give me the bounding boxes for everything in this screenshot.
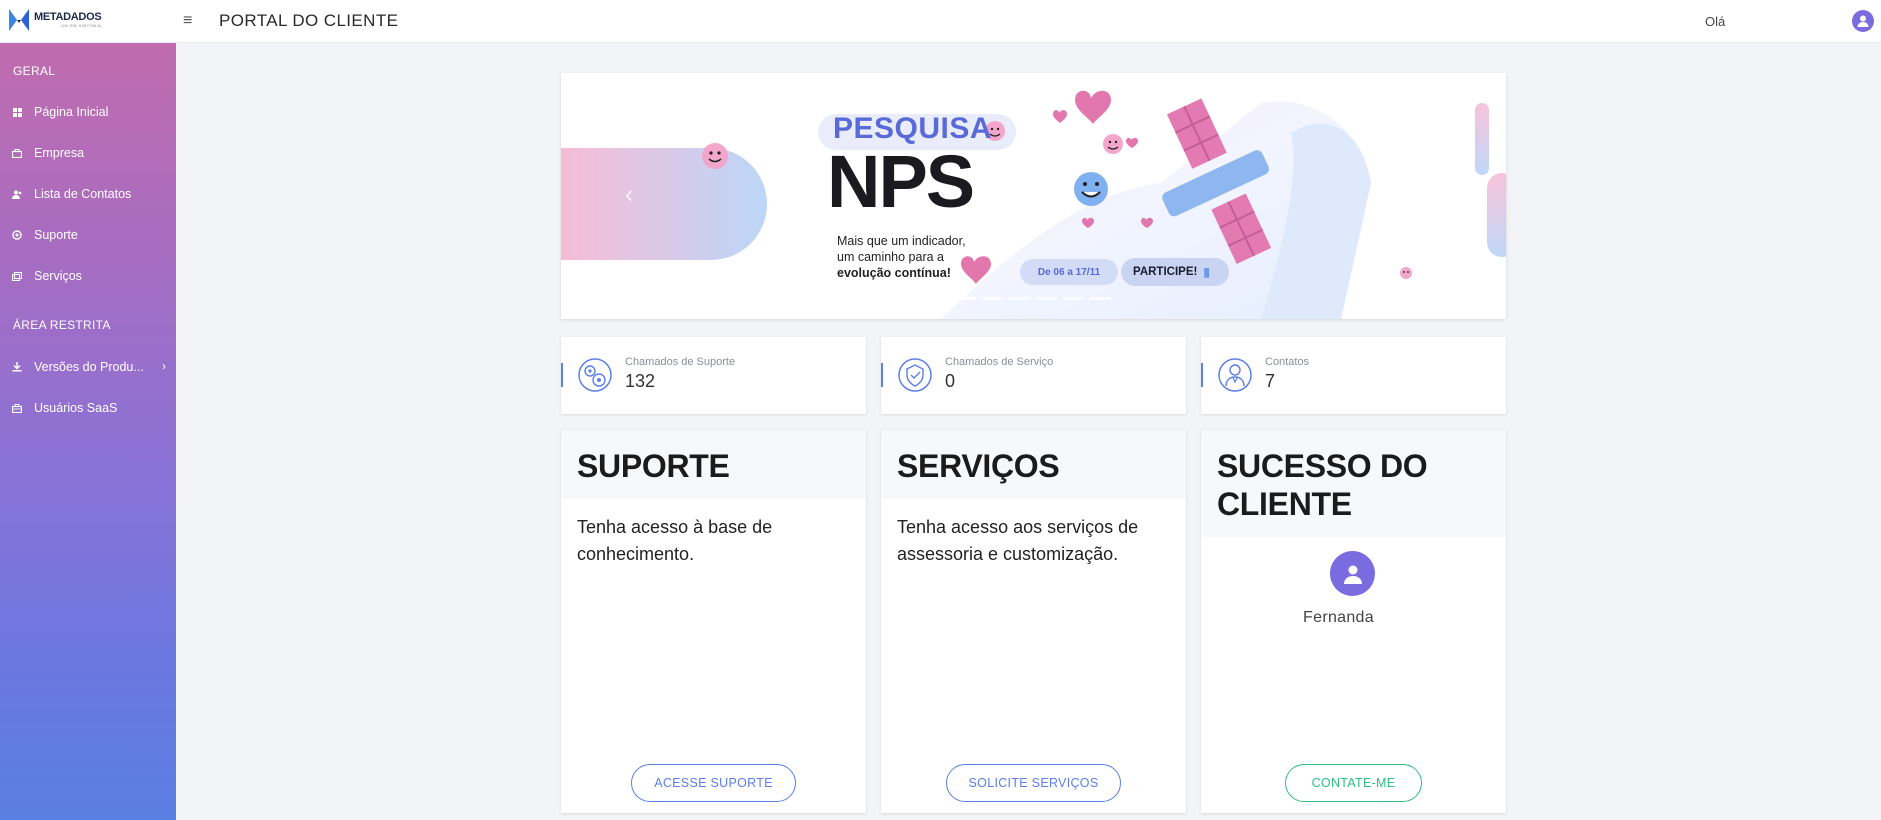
stat-value: 132 xyxy=(625,371,656,391)
contact-person-icon xyxy=(1218,358,1252,392)
user-icon xyxy=(1343,565,1362,584)
banner-pill-shape xyxy=(561,148,767,260)
customer-success-avatar xyxy=(1330,551,1375,596)
carousel-dot[interactable] xyxy=(981,297,1003,300)
sidebar-section-restricted: ÁREA RESTRITA xyxy=(13,318,111,332)
request-services-button[interactable]: SOLICITE SERVIÇOS xyxy=(946,764,1121,802)
card-title: SERVIÇOS xyxy=(897,448,1060,484)
carousel-dot[interactable] xyxy=(954,297,976,300)
sidebar-section-general: GERAL xyxy=(13,64,56,78)
card-title-line1: SUCESSO DO xyxy=(1217,448,1428,484)
card-title: SUCESSO DO CLIENTE xyxy=(1217,447,1428,523)
customer-success-name: Fernanda xyxy=(1303,609,1374,626)
briefcase-icon xyxy=(12,403,22,413)
stat-label: Chamados de Suporte xyxy=(625,356,736,368)
user-avatar-icon[interactable] xyxy=(1852,10,1874,32)
support-gears-icon xyxy=(578,358,612,392)
service-shield-icon xyxy=(898,358,932,392)
stat-card-contacts: Contatos 7 xyxy=(1201,337,1506,414)
carousel-dot[interactable] xyxy=(1008,297,1030,300)
stat-accent-bar xyxy=(1201,363,1203,387)
stat-value: 7 xyxy=(1265,371,1276,391)
carousel-prev-icon[interactable]: ‹ xyxy=(625,181,633,209)
customer-success-card: SUCESSO DO CLIENTE Fernanda CONTATE-ME xyxy=(1201,430,1506,813)
banner-subtitle-line1: Mais que um indicador, xyxy=(837,234,966,248)
thumbs-up-icon: ▮ xyxy=(1203,265,1210,279)
nps-banner-carousel[interactable]: ‹ PESQUISA NPS Mais que um indicador, um… xyxy=(561,73,1506,319)
card-text: Tenha acesso à base de conhecimento. xyxy=(577,517,773,564)
smiley-icon xyxy=(702,143,728,169)
carousel-dot[interactable] xyxy=(1062,297,1084,300)
banner-cta-label: PARTICIPE! xyxy=(1133,266,1198,278)
banner-subtitle-line2: um caminho para a xyxy=(837,250,945,264)
chevron-right-icon[interactable]: › xyxy=(162,359,166,373)
sidebar-item-label: Versões do Produ... xyxy=(34,360,144,374)
logo-mark-icon xyxy=(9,9,29,31)
sidebar-item-services[interactable]: Serviços xyxy=(0,261,176,291)
support-card: SUPORTE Tenha acesso à base de conhecime… xyxy=(561,430,866,813)
carousel-indicators xyxy=(954,297,1111,300)
stat-card-services: Chamados de Serviço 0 xyxy=(881,337,1186,414)
building-icon xyxy=(12,148,22,158)
sidebar-item-label: Serviços xyxy=(34,269,82,283)
users-icon xyxy=(12,189,22,199)
access-support-button[interactable]: ACESSE SUPORTE xyxy=(631,764,796,802)
metadados-logo[interactable]: METADADOS UM EM SINTONIA xyxy=(8,7,102,33)
stat-card-support: Chamados de Suporte 132 xyxy=(561,337,866,414)
stat-value: 0 xyxy=(945,371,956,391)
stat-accent-bar xyxy=(881,363,883,387)
stat-accent-bar xyxy=(561,363,563,387)
contact-me-button[interactable]: CONTATE-ME xyxy=(1285,764,1422,802)
dashboard-icon xyxy=(12,107,22,117)
banner-date-badge: De 06 a 17/11 xyxy=(1020,259,1118,285)
stat-label: Chamados de Serviço xyxy=(945,356,1054,368)
banner-big-text: NPS xyxy=(827,140,975,223)
download-icon xyxy=(12,362,22,372)
card-text: Tenha acesso aos serviços de assessoria … xyxy=(897,517,1139,564)
sidebar-item-saas-users[interactable]: Usuários SaaS xyxy=(0,393,176,423)
hamburger-icon[interactable]: ≡ xyxy=(183,12,192,30)
sidebar-item-label: Empresa xyxy=(34,146,85,160)
sidebar-item-contacts[interactable]: Lista de Contatos xyxy=(0,179,176,209)
logo-text: METADADOS xyxy=(34,11,102,23)
stat-label: Contatos xyxy=(1265,356,1310,368)
sidebar-item-label: Lista de Contatos xyxy=(34,187,132,201)
sidebar: GERAL Página Inicial Empresa Lista de Co… xyxy=(0,43,176,820)
greeting-text: Olá xyxy=(1705,14,1726,29)
sidebar-item-label: Suporte xyxy=(34,228,78,242)
carousel-dot[interactable] xyxy=(1035,297,1057,300)
sidebar-item-support[interactable]: Suporte xyxy=(0,220,176,250)
page-title: PORTAL DO CLIENTE xyxy=(219,11,399,30)
support-icon xyxy=(12,230,22,240)
services-card: SERVIÇOS Tenha acesso aos serviços de as… xyxy=(881,430,1186,813)
card-title-line2: CLIENTE xyxy=(1217,486,1352,522)
banner-subtitle-line3: evolução contínua! xyxy=(837,266,951,280)
sidebar-item-home[interactable]: Página Inicial xyxy=(0,97,176,127)
logo-tagline: UM EM SINTONIA xyxy=(61,23,102,28)
banner-cta-button[interactable]: PARTICIPE! ▮ xyxy=(1121,258,1229,286)
sidebar-item-product-versions[interactable]: Versões do Produ... › xyxy=(0,352,176,382)
sidebar-item-company[interactable]: Empresa xyxy=(0,138,176,168)
card-title: SUPORTE xyxy=(577,448,730,484)
sidebar-item-label: Página Inicial xyxy=(34,105,109,119)
services-icon xyxy=(12,271,22,281)
banner-subtitle: Mais que um indicador, um caminho para a… xyxy=(837,233,997,281)
carousel-dot[interactable] xyxy=(1089,297,1111,300)
top-header: METADADOS UM EM SINTONIA ≡ PORTAL DO CLI… xyxy=(0,0,1881,43)
sidebar-item-label: Usuários SaaS xyxy=(34,401,118,415)
